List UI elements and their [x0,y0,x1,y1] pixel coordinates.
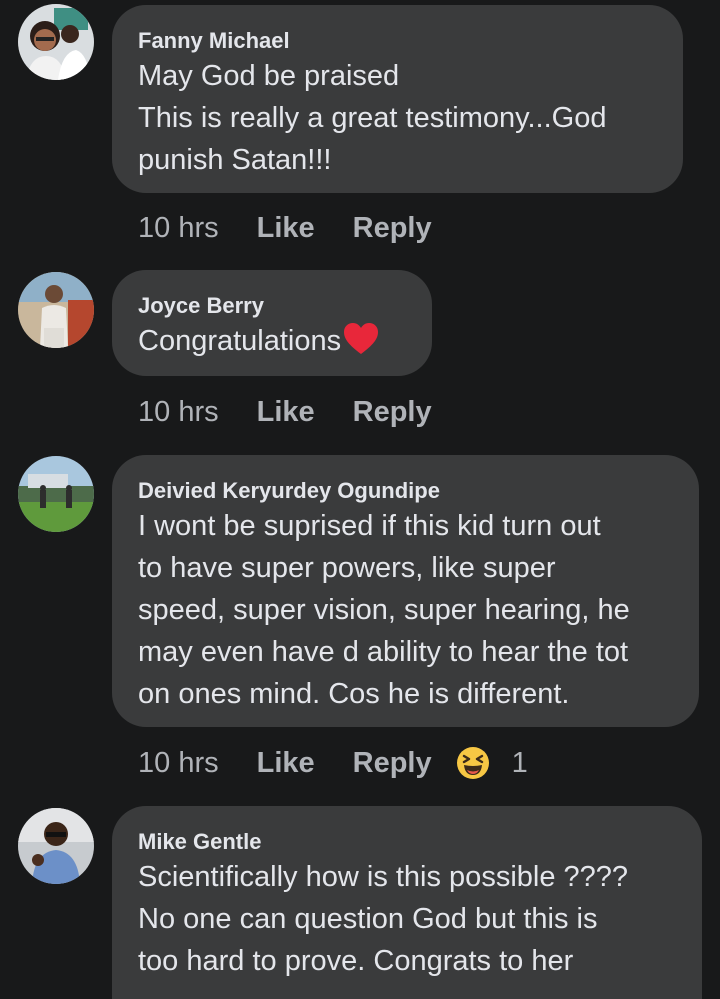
comment-author[interactable]: Mike Gentle [138,828,676,856]
reaction-count: 1 [511,746,528,779]
avatar[interactable] [18,4,94,80]
comment-text: I wont be suprised if this kid turn out … [138,510,630,710]
reply-button[interactable]: Reply [353,747,432,780]
like-button[interactable]: Like [257,212,315,245]
comment-actions: 10 hrs Like Reply 1 [138,743,528,783]
comment-bubble: Fanny Michael May God be praised This is… [112,5,683,193]
comment-timestamp[interactable]: 10 hrs [138,212,219,245]
reply-button[interactable]: Reply [353,212,432,245]
comment-bubble: Mike Gentle Scientifically how is this p… [112,806,702,999]
comment-bubble: Joyce Berry Congratulations [112,270,432,376]
avatar[interactable] [18,456,94,532]
like-button[interactable]: Like [257,747,315,780]
like-button[interactable]: Like [257,396,315,429]
comment-author[interactable]: Joyce Berry [138,292,406,320]
comment-actions: 10 hrs Like Reply [138,208,470,248]
laughing-emoji-icon [456,747,489,779]
comment-text: Congratulations [138,320,406,362]
comment-text-content: Congratulations [138,325,342,357]
comment-bubble: Deivied Keryurdey Ogundipe I wont be sup… [112,455,699,727]
reply-button[interactable]: Reply [353,396,432,429]
comment-text: May God be praised This is really a grea… [138,60,607,176]
comments-feed: Fanny Michael May God be praised This is… [0,0,720,999]
comment-author[interactable]: Fanny Michael [138,27,657,55]
comment-text: Scientifically how is this possible ????… [138,861,629,977]
red-heart-icon [344,323,379,354]
avatar[interactable] [18,808,94,884]
comment-actions: 10 hrs Like Reply [138,392,470,432]
comment-timestamp[interactable]: 10 hrs [138,747,219,780]
comment-author[interactable]: Deivied Keryurdey Ogundipe [138,477,673,505]
reaction-summary[interactable]: 1 [456,746,528,780]
avatar[interactable] [18,272,94,348]
comment-timestamp[interactable]: 10 hrs [138,396,219,429]
